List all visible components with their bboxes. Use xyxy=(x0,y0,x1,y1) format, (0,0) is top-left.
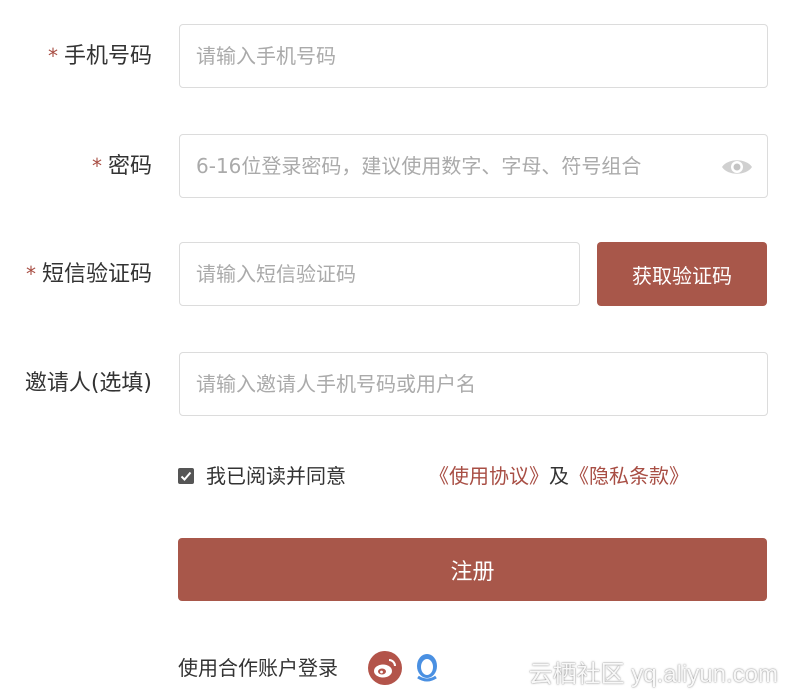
phone-label: * 手机号码 xyxy=(48,24,152,88)
inviter-row: 邀请人(选填) xyxy=(0,352,788,416)
phone-field xyxy=(179,24,768,88)
sms-row: *短信验证码 获取验证码 xyxy=(0,242,788,306)
weibo-icon[interactable] xyxy=(367,650,403,686)
terms-link[interactable]: 《使用协议》 xyxy=(429,464,549,488)
password-label: * 密码 xyxy=(92,134,152,198)
register-button[interactable]: 注册 xyxy=(178,538,767,601)
partner-login-label: 使用合作账户登录 xyxy=(178,656,338,680)
sms-field xyxy=(179,242,580,306)
qq-icon[interactable] xyxy=(409,650,445,686)
phone-row: * 手机号码 xyxy=(0,24,788,88)
password-input[interactable] xyxy=(180,135,767,197)
password-field xyxy=(179,134,768,198)
required-mark: * xyxy=(47,44,58,68)
sms-label-text: 短信验证码 xyxy=(41,262,152,287)
check-icon xyxy=(180,471,192,481)
required-mark: * xyxy=(25,262,36,286)
get-code-button[interactable]: 获取验证码 xyxy=(597,242,767,306)
sms-label: * 短信验证码 xyxy=(26,242,152,306)
watermark: 云栖社区 yq.aliyun.com xyxy=(528,661,778,688)
eye-icon[interactable] xyxy=(721,156,753,178)
and-text: 及 xyxy=(549,464,569,488)
phone-label-text: 手机号码 xyxy=(63,44,152,69)
sms-code-input[interactable] xyxy=(180,243,579,305)
password-label-text: 密码 xyxy=(107,154,152,179)
required-mark: * xyxy=(91,154,102,178)
phone-input[interactable] xyxy=(180,25,767,87)
agreement-row: 我已阅读并同意 《使用协议》及《隐私条款》 xyxy=(178,458,778,494)
terms-group: 《使用协议》及《隐私条款》 xyxy=(429,458,689,494)
password-row: * 密码 xyxy=(0,134,788,198)
agree-checkbox[interactable] xyxy=(178,468,194,484)
inviter-input[interactable] xyxy=(180,353,767,415)
inviter-field xyxy=(179,352,768,416)
privacy-link[interactable]: 《隐私条款》 xyxy=(569,464,689,488)
agree-text: 我已阅读并同意 xyxy=(206,464,346,488)
inviter-label: 邀请人(选填) xyxy=(24,371,152,396)
